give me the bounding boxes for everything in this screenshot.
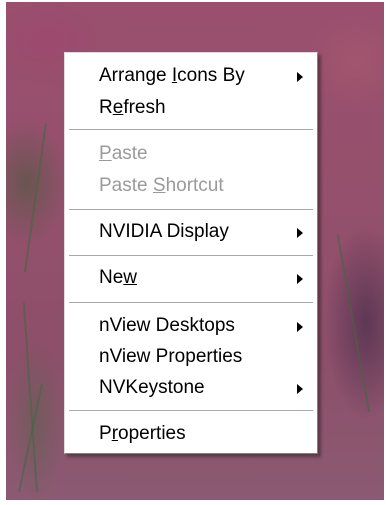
menu-item-label: Paste Shortcut — [99, 175, 224, 196]
menu-item-nview-properties[interactable]: nView Properties — [65, 342, 317, 372]
menu-item-label: nView Properties — [99, 346, 243, 367]
menu-item-properties[interactable]: Properties — [65, 419, 317, 449]
menu-item-arrange-icons-by[interactable]: Arrange Icons By — [65, 61, 317, 91]
menu-item-nview-desktops[interactable]: nView Desktops — [65, 311, 317, 341]
menu-separator — [69, 255, 313, 257]
menu-item-label: Refresh — [99, 97, 166, 118]
menu-separator — [69, 209, 313, 211]
submenu-arrow-icon — [297, 322, 303, 332]
menu-item-refresh[interactable]: Refresh — [65, 93, 317, 123]
menu-item-label: Properties — [99, 423, 186, 444]
submenu-arrow-icon — [297, 72, 303, 82]
menu-item-label: Arrange Icons By — [99, 65, 245, 86]
menu-item-label: nView Desktops — [99, 315, 235, 336]
submenu-arrow-icon — [297, 228, 303, 238]
menu-item-label: New — [99, 267, 138, 288]
plant-frond — [336, 234, 370, 413]
menu-item-new[interactable]: New — [65, 263, 317, 293]
menu-item-label: Paste — [99, 143, 148, 164]
plant-frond — [24, 123, 47, 273]
menu-item-label: NVIDIA Display — [99, 221, 229, 242]
menu-item-paste-shortcut[interactable]: Paste Shortcut — [65, 171, 317, 201]
desktop-context-menu: Arrange Icons By Refresh Paste Paste Sho… — [64, 52, 318, 454]
menu-item-paste[interactable]: Paste — [65, 139, 317, 169]
menu-separator — [69, 129, 313, 131]
menu-item-nvkeystone[interactable]: NVKeystone — [65, 373, 317, 403]
menu-separator — [69, 410, 313, 412]
menu-separator — [69, 302, 313, 304]
menu-item-label: NVKeystone — [99, 377, 205, 398]
submenu-arrow-icon — [297, 274, 303, 284]
submenu-arrow-icon — [297, 384, 303, 394]
desktop-background[interactable]: Arrange Icons By Refresh Paste Paste Sho… — [6, 2, 384, 500]
menu-item-nvidia-display[interactable]: NVIDIA Display — [65, 217, 317, 247]
